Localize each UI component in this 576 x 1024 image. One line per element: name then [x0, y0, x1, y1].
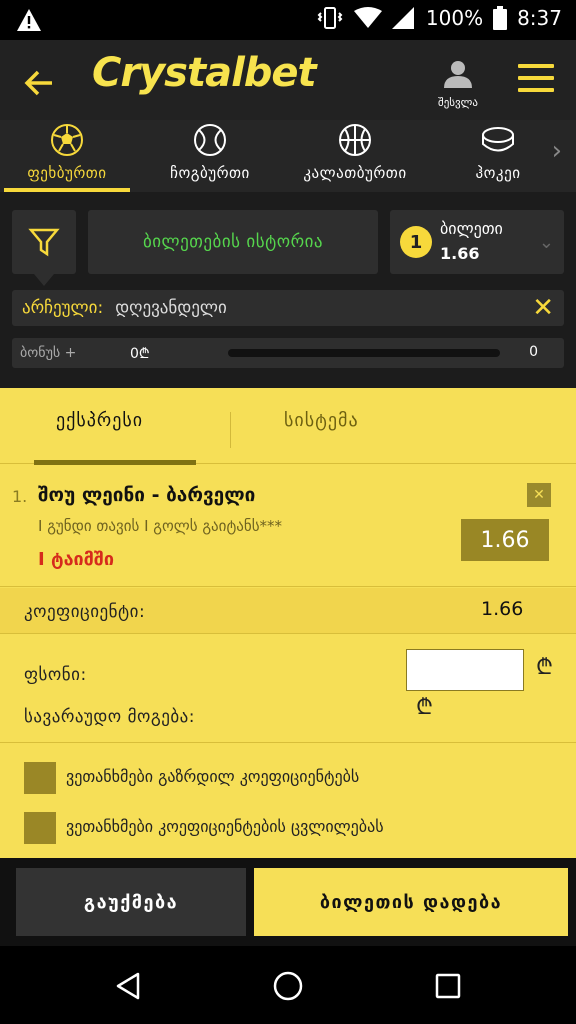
- betslip-tabs: ექსპრესი სისტემა: [0, 388, 576, 465]
- login-label: შესვლა: [438, 96, 478, 109]
- bet-index: 1.: [12, 487, 28, 506]
- soccer-ball-icon: [4, 120, 130, 160]
- nav-home-icon[interactable]: [268, 966, 308, 1006]
- bet-period: I ტაიმში: [38, 549, 114, 570]
- coefficient-value: 1.66: [481, 598, 524, 620]
- lari-currency-icon: ₾: [536, 655, 553, 680]
- sport-label: ჩოგბურთი: [170, 164, 250, 182]
- ticket-label: ბილეთი: [440, 219, 503, 238]
- tab-system[interactable]: სისტემა: [284, 410, 359, 431]
- wifi-icon: [353, 7, 382, 29]
- bet-controls: ბილეთების ისტორია 1 ბილეთი 1.66 ⌄ არჩეულ…: [0, 192, 576, 388]
- bet-odd: 1.66: [461, 519, 549, 561]
- clear-filter-close-icon[interactable]: ✕: [532, 294, 554, 322]
- lari-currency-icon: ₾: [416, 695, 433, 720]
- accept-increased-odds-label: ვეთანხმები გაზრდილ კოეფიციენტებს: [66, 767, 360, 786]
- betslip-actions: გაუქმება ბილეთის დადება: [0, 858, 576, 946]
- accept-increased-odds-checkbox[interactable]: [24, 762, 56, 794]
- status-bar: 100% 8:37: [0, 0, 576, 40]
- chevron-right-icon[interactable]: ›: [552, 136, 562, 166]
- accept-odds-changes-label: ვეთანხმები კოეფიციენტების ცვლილებას: [66, 817, 384, 836]
- place-bet-button[interactable]: ბილეთის დადება: [254, 868, 568, 936]
- logo[interactable]: Crystalbet: [92, 50, 317, 96]
- clock: 8:37: [517, 6, 562, 30]
- battery-percent: 100%: [425, 6, 484, 30]
- betslip-panel: ექსპრესი სისტემა 1. შოუ ლეინი - ბარველი …: [0, 388, 576, 858]
- tab-hockey[interactable]: ჰოკეი: [452, 120, 544, 192]
- stake-input[interactable]: [406, 649, 524, 691]
- sports-tabs: ფეხბურთი ჩოგბურთი კალათბურთი ჰოკეი ›: [0, 120, 576, 192]
- sport-label: ჰოკეი: [475, 164, 521, 182]
- coefficient-label: კოეფიციენტი:: [24, 602, 146, 622]
- bonus-progress: ბონუს + 0₾ 0: [12, 338, 564, 368]
- tennis-ball-icon: [150, 120, 270, 160]
- chevron-down-icon: ⌄: [538, 232, 554, 253]
- system-navigation-bar: [0, 946, 576, 1024]
- accept-odds-changes-option[interactable]: ვეთანხმები კოეფიციენტების ცვლილებას: [0, 794, 576, 844]
- tab-separator: [230, 412, 231, 448]
- user-icon: [444, 61, 472, 88]
- potential-win-label: სავარაუდო მოგება:: [24, 707, 195, 727]
- selected-filter-key: არჩეული:: [22, 298, 104, 318]
- ticket-history-button[interactable]: ბილეთების ისტორია: [88, 210, 378, 274]
- bet-match: შოუ ლეინი - ბარველი: [38, 484, 256, 506]
- app-header: Crystalbet შესვლა: [0, 40, 576, 120]
- bonus-end-value: 0: [529, 344, 538, 360]
- accept-odds-changes-checkbox[interactable]: [24, 812, 56, 844]
- hockey-puck-icon: [452, 120, 544, 160]
- ticket-odds: 1.66: [440, 244, 480, 263]
- nav-recents-icon[interactable]: [428, 966, 468, 1006]
- bonus-progress-bar: [228, 349, 500, 357]
- tab-soccer[interactable]: ფეხბურთი: [4, 120, 130, 192]
- basketball-icon: [284, 120, 426, 160]
- stake-section: ფსონი: ₾ სავარაუდო მოგება: ₾: [0, 635, 576, 743]
- vibrate-icon: [316, 6, 344, 30]
- ticket-button[interactable]: 1 ბილეთი 1.66 ⌄: [390, 210, 564, 274]
- remove-bet-close-icon[interactable]: ✕: [527, 483, 551, 507]
- coefficient-row: კოეფიციენტი: 1.66: [0, 588, 576, 634]
- selected-filter: არჩეული: დღევანდელი ✕: [12, 290, 564, 326]
- sport-label: ფეხბურთი: [27, 164, 107, 182]
- bonus-label: ბონუს +: [20, 345, 77, 361]
- nav-back-icon[interactable]: [108, 966, 148, 1006]
- hamburger-menu-icon[interactable]: [518, 64, 554, 96]
- login-button[interactable]: შესვლა: [432, 58, 484, 109]
- stake-label: ფსონი:: [24, 665, 87, 685]
- ticket-count-badge: 1: [400, 226, 432, 258]
- back-arrow-icon[interactable]: [22, 66, 56, 100]
- funnel-icon: [28, 228, 60, 257]
- tab-express[interactable]: ექსპრესი: [56, 410, 143, 431]
- warning-icon: [16, 8, 42, 32]
- selected-filter-value: დღევანდელი: [115, 298, 227, 318]
- tab-basketball[interactable]: კალათბურთი: [284, 120, 426, 192]
- cancel-button[interactable]: გაუქმება: [16, 868, 246, 936]
- bonus-value: 0₾: [130, 346, 150, 362]
- tab-tennis[interactable]: ჩოგბურთი: [150, 120, 270, 192]
- filter-button[interactable]: [12, 210, 76, 286]
- signal-icon: [391, 7, 416, 29]
- bet-market: I გუნდი თავის I გოლს გაიტანს***: [38, 517, 283, 535]
- accept-increased-odds-option[interactable]: ვეთანხმები გაზრდილ კოეფიციენტებს: [0, 744, 576, 794]
- sport-label: კალათბურთი: [303, 164, 407, 182]
- bet-item: 1. შოუ ლეინი - ბარველი I გუნდი თავის I გ…: [0, 465, 576, 587]
- battery-icon: [493, 6, 508, 30]
